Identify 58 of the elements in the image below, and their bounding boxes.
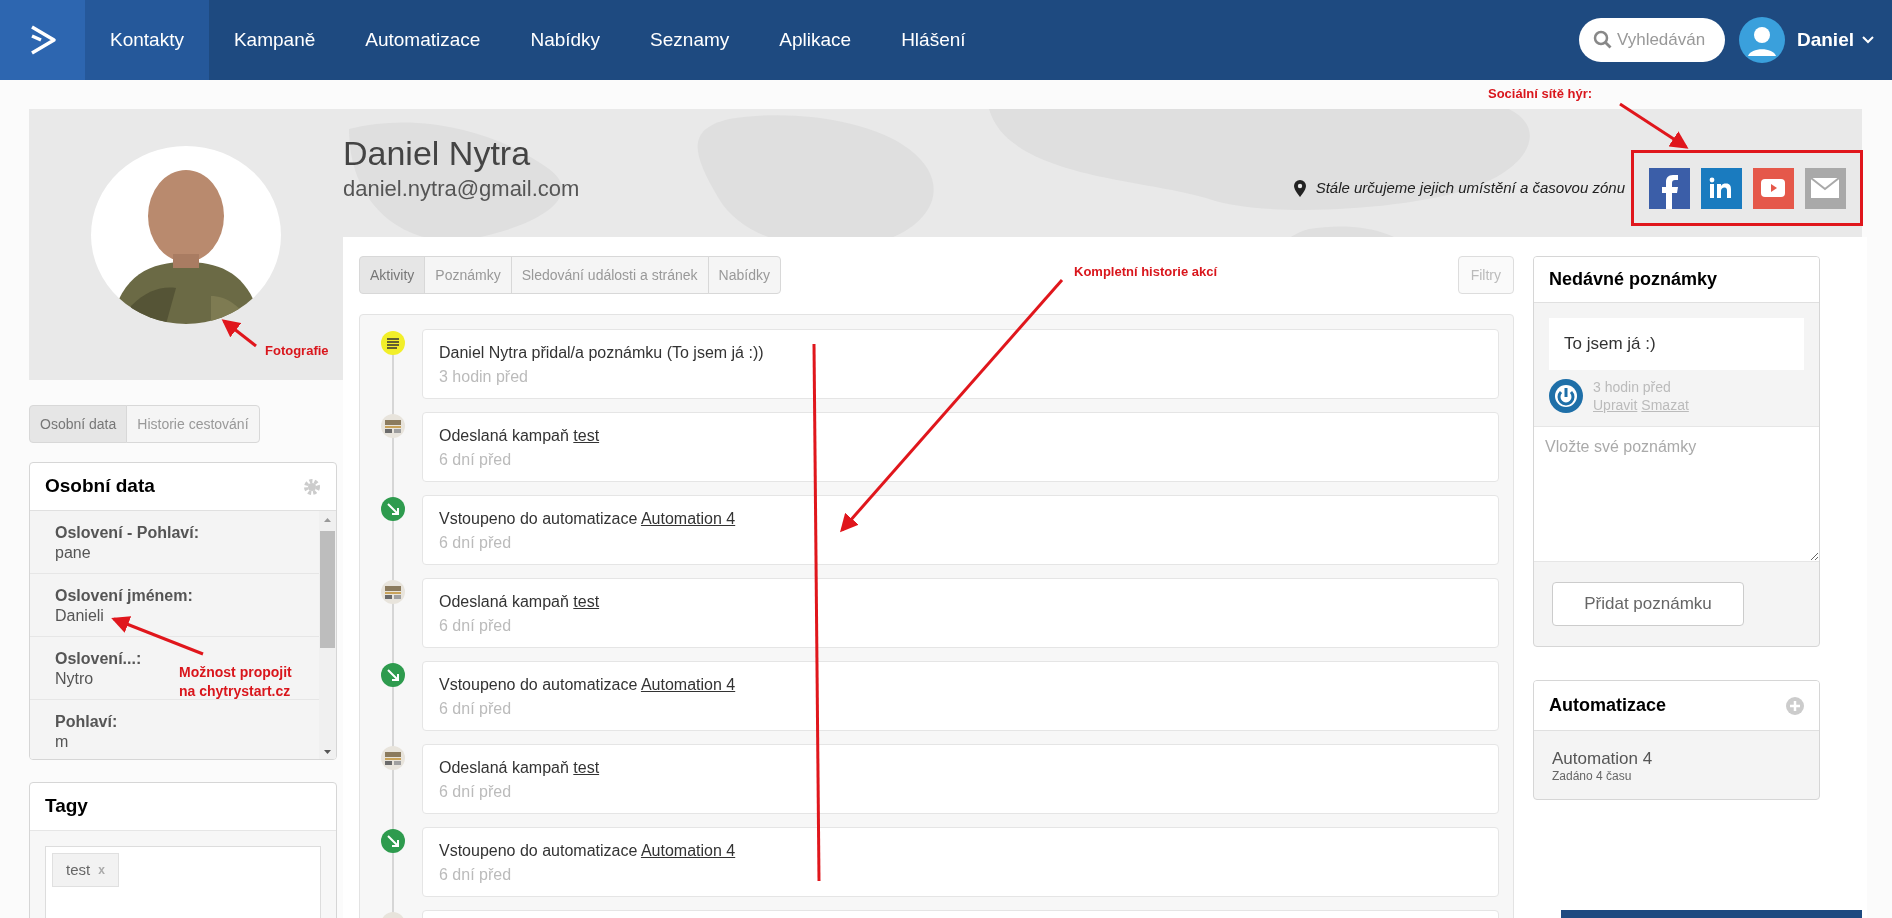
nav-item[interactable]: Kontakty bbox=[85, 0, 209, 80]
activity-text: Daniel Nytra přidal/a poznámku (To jsem já :)) bbox=[439, 343, 765, 363]
activity-time: 6 dní před bbox=[439, 699, 513, 719]
automation-detail: Zadáno 4 času bbox=[1552, 769, 1633, 783]
automation-name: Automation 4 bbox=[1552, 749, 1654, 769]
panel-title: Tagy bbox=[45, 794, 88, 819]
field-label: Oslovení...: bbox=[55, 649, 142, 669]
tab[interactable]: Osobní data bbox=[29, 405, 128, 443]
activity-link[interactable]: Automation 4 bbox=[640, 676, 736, 693]
user-menu[interactable]: Daniel bbox=[1796, 25, 1874, 55]
search-field[interactable]: Vyhledáván bbox=[1578, 18, 1725, 62]
annotation-label: Možnost propojit na chytrystart.cz bbox=[179, 663, 293, 701]
panel-title: Automatizace bbox=[1549, 694, 1667, 717]
tag-label: test bbox=[66, 859, 91, 880]
nav-item[interactable]: Automatizace bbox=[340, 0, 506, 80]
annotation-label: Kompletní historie akcí bbox=[1074, 263, 1218, 281]
activity-link[interactable]: test bbox=[573, 759, 600, 776]
nav-item[interactable]: Hlášení bbox=[876, 0, 991, 80]
field-value: Nytro bbox=[55, 669, 94, 689]
nav-item[interactable]: Nabídky bbox=[505, 0, 626, 80]
activity-time: 6 dní před bbox=[439, 782, 513, 802]
activity-time: 6 dní před bbox=[439, 865, 513, 885]
field-value: Danieli bbox=[55, 606, 104, 626]
activity-link[interactable]: test bbox=[573, 427, 600, 444]
activity-time: 6 dní před bbox=[439, 533, 513, 553]
activity-text: Vstoupeno do automatizace Automation 4 bbox=[439, 841, 737, 861]
field-value: pane bbox=[55, 543, 91, 563]
activity-link[interactable]: test bbox=[573, 593, 600, 610]
activity-text: Odeslaná kampaň test bbox=[439, 758, 601, 778]
activity-time: 3 hodin před bbox=[439, 367, 529, 387]
contact-email: daniel.nytra@gmail.com bbox=[343, 175, 580, 203]
activity-text: Odeslaná kampaň test bbox=[439, 592, 601, 612]
activity-text: Odeslaná kampaň test bbox=[439, 426, 601, 446]
add-note-button[interactable]: Přidat poznámku bbox=[1552, 582, 1744, 626]
field-label: Oslovení jménem: bbox=[55, 586, 193, 606]
nav-item[interactable]: Kampaně bbox=[208, 0, 341, 80]
field-value: m bbox=[55, 732, 69, 752]
note-input-field[interactable]: Vložte své poznámky bbox=[1534, 427, 1819, 562]
activity-time: 6 dní před bbox=[439, 450, 513, 470]
activity-text: Vstoupeno do automatizace Automation 4 bbox=[439, 675, 737, 695]
panel-title: Nedávné poznámky bbox=[1549, 268, 1718, 291]
tab[interactable]: Aktivity bbox=[359, 256, 426, 294]
activity-link[interactable]: Automation 4 bbox=[640, 510, 736, 527]
panel-title: Osobní data bbox=[45, 474, 155, 499]
activity-time: 6 dní před bbox=[439, 616, 513, 636]
nav-item[interactable]: Seznamy bbox=[625, 0, 755, 80]
annotation-label: Sociální sítě hýr: bbox=[1488, 85, 1593, 103]
location-text: Stále určujeme jejich umístění a časovou zónu bbox=[1315, 177, 1625, 198]
note-text: To jsem já :) bbox=[1564, 333, 1656, 356]
annotation-label: Fotografie bbox=[265, 342, 329, 360]
field-label: Pohlaví: bbox=[55, 712, 118, 732]
nav-item[interactable]: Aplikace bbox=[754, 0, 877, 80]
activity-text: Vstoupeno do automatizace Automation 4 bbox=[439, 509, 737, 529]
tags-input-field[interactable]: test x bbox=[45, 846, 321, 918]
note-time: 3 hodin před bbox=[1593, 378, 1672, 396]
activity-link[interactable]: Automation 4 bbox=[640, 842, 736, 859]
contact-name: Daniel Nytra bbox=[343, 133, 532, 173]
field-label: Oslovení - Pohlaví: bbox=[55, 523, 200, 543]
